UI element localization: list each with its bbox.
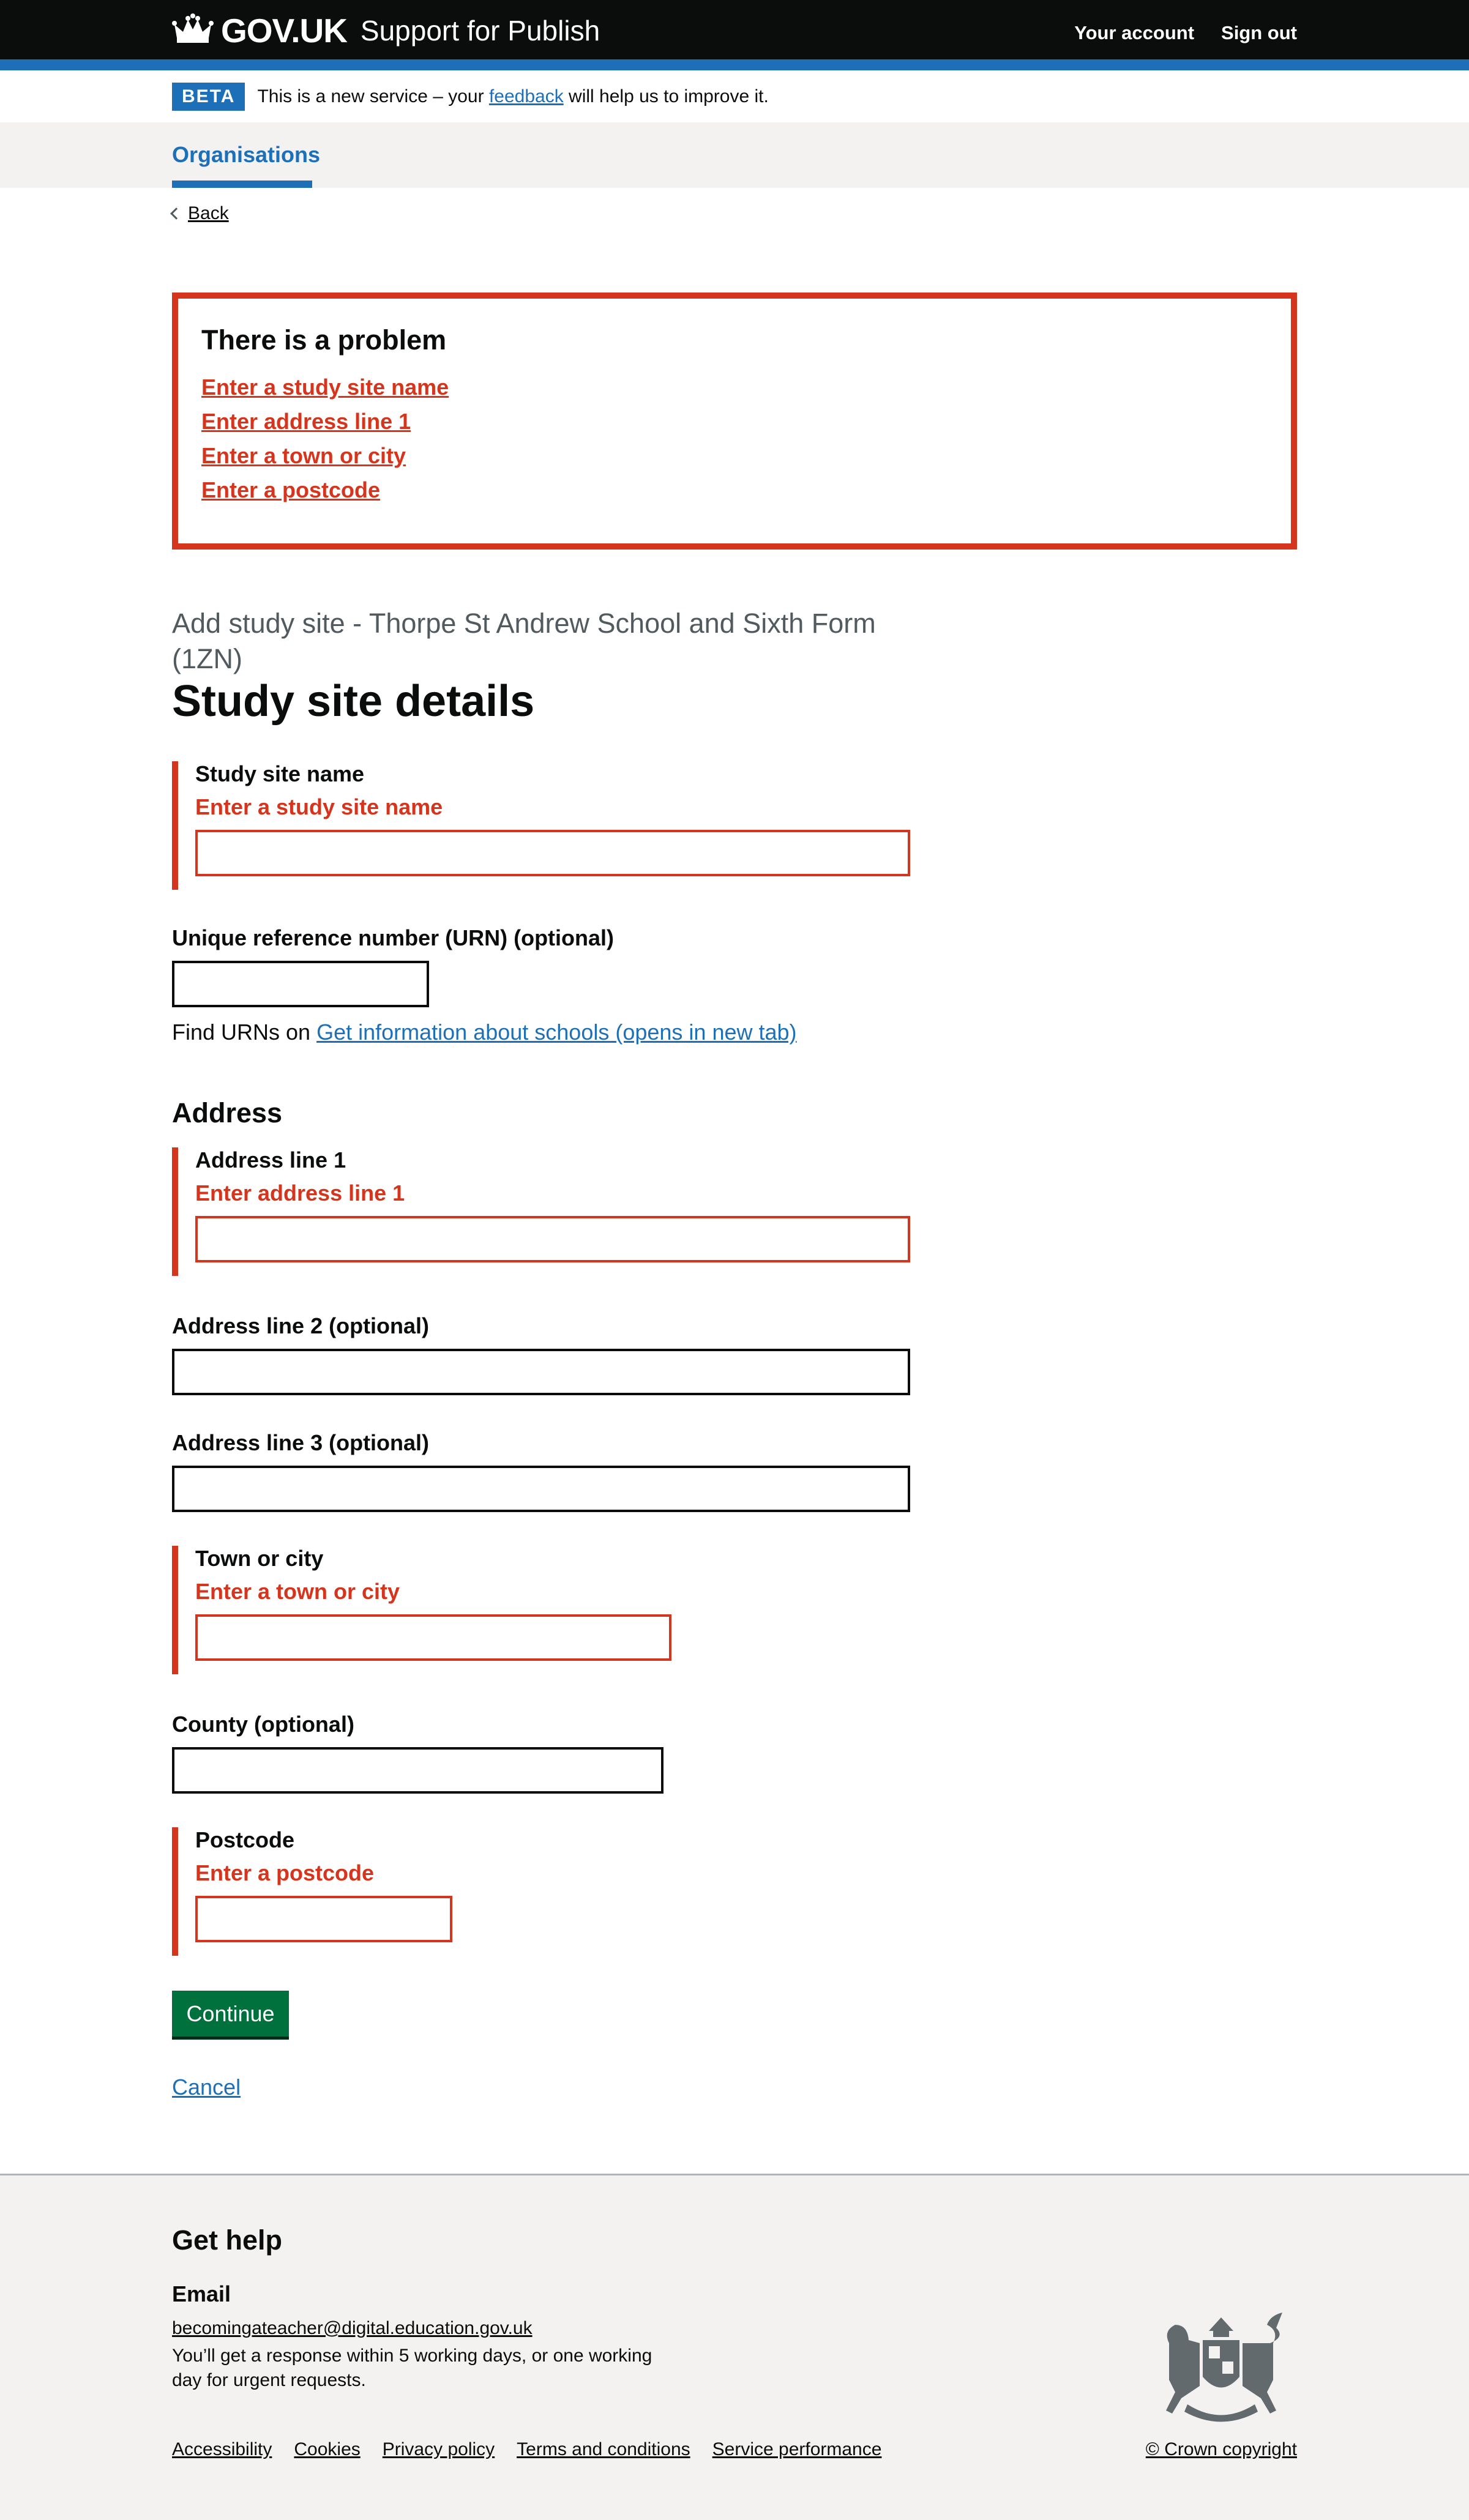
address1-error: Enter address line 1 xyxy=(195,1180,405,1206)
back-link-container: Back xyxy=(170,203,229,224)
footer-link-accessibility[interactable]: Accessibility xyxy=(172,2439,272,2460)
site-header: GOV.UK Support for Publish Your account … xyxy=(0,0,1469,59)
error-list: Enter a study site name Enter address li… xyxy=(201,375,1268,503)
town-label: Town or city xyxy=(195,1546,324,1571)
footer-link-cookies[interactable]: Cookies xyxy=(294,2439,360,2460)
crown-copyright-link[interactable]: © Crown copyright xyxy=(1146,2439,1297,2459)
continue-button[interactable]: Continue xyxy=(172,1991,289,2037)
header-blue-bar xyxy=(0,59,1469,70)
nav-item-organisations[interactable]: Organisations xyxy=(172,142,320,168)
cancel-link[interactable]: Cancel xyxy=(172,2075,241,2100)
town-input[interactable] xyxy=(195,1614,671,1661)
service-name[interactable]: Support for Publish xyxy=(361,14,600,47)
urn-group: Unique reference number (URN) (optional)… xyxy=(172,925,797,1045)
address3-input[interactable] xyxy=(172,1466,910,1512)
chevron-left-icon xyxy=(170,207,182,220)
sub-navigation: Organisations xyxy=(0,122,1469,188)
your-account-link[interactable]: Your account xyxy=(1074,22,1194,44)
sign-out-link[interactable]: Sign out xyxy=(1221,22,1297,44)
error-link-town[interactable]: Enter a town or city xyxy=(201,443,406,468)
site-name-error: Enter a study site name xyxy=(195,794,443,819)
footer-link-service-performance[interactable]: Service performance xyxy=(712,2439,882,2460)
beta-text: This is a new service – your feedback wi… xyxy=(257,86,768,107)
urn-hint-text: Find URNs on xyxy=(172,1020,317,1045)
postcode-error: Enter a postcode xyxy=(195,1860,375,1885)
footer-email-heading: Email xyxy=(172,2281,231,2306)
get-information-about-schools-link[interactable]: Get information about schools (opens in … xyxy=(316,1020,796,1045)
urn-hint: Find URNs on Get information about schoo… xyxy=(172,1020,797,1045)
back-link[interactable]: Back xyxy=(188,203,229,224)
nav-active-indicator xyxy=(172,181,312,188)
govuk-logo[interactable]: GOV.UK Support for Publish xyxy=(172,11,600,50)
address3-label: Address line 3 (optional) xyxy=(172,1430,430,1455)
postcode-input[interactable] xyxy=(195,1896,452,1942)
page-caption: Add study site - Thorpe St Andrew School… xyxy=(172,608,876,674)
footer-title: Get help xyxy=(172,2224,283,2256)
error-link-postcode[interactable]: Enter a postcode xyxy=(201,477,380,502)
site-name-group: Study site name Enter a study site name xyxy=(172,761,910,890)
town-group: Town or city Enter a town or city xyxy=(172,1546,671,1674)
urn-label: Unique reference number (URN) (optional) xyxy=(172,925,615,950)
beta-text-after: will help us to improve it. xyxy=(563,86,769,106)
royal-coat-of-arms-icon xyxy=(1166,2313,1282,2422)
logo-text: GOV.UK xyxy=(221,12,348,50)
footer-response-note: You’ll get a response within 5 working d… xyxy=(172,2346,652,2390)
address2-input[interactable] xyxy=(172,1349,910,1395)
error-item: Enter a town or city xyxy=(201,443,1268,469)
address1-label: Address line 1 xyxy=(195,1147,346,1172)
phase-banner: BETA This is a new service – your feedba… xyxy=(172,80,769,114)
footer-link-terms[interactable]: Terms and conditions xyxy=(517,2439,690,2460)
address1-group: Address line 1 Enter address line 1 xyxy=(172,1147,910,1276)
address2-label: Address line 2 (optional) xyxy=(172,1313,430,1338)
footer-links: Accessibility Cookies Privacy policy Ter… xyxy=(172,2439,881,2460)
site-footer: Get help Email becomingateacher@digital.… xyxy=(0,2174,1469,2520)
address1-input[interactable] xyxy=(195,1216,910,1262)
error-link-site-name[interactable]: Enter a study site name xyxy=(201,375,449,400)
urn-input[interactable] xyxy=(172,961,429,1007)
page-title: Study site details xyxy=(172,677,535,726)
postcode-group: Postcode Enter a postcode xyxy=(172,1827,452,1956)
footer-email-link[interactable]: becomingateacher@digital.education.gov.u… xyxy=(172,2318,533,2339)
address-heading: Address xyxy=(172,1097,283,1128)
site-name-input[interactable] xyxy=(195,830,910,876)
site-name-label: Study site name xyxy=(195,761,365,786)
crown-icon xyxy=(172,13,214,43)
header-nav: Your account Sign out xyxy=(1074,22,1297,44)
copyright: © Crown copyright xyxy=(1146,2439,1297,2460)
error-item: Enter a postcode xyxy=(201,477,1268,503)
county-label: County (optional) xyxy=(172,1712,354,1737)
error-summary-title: There is a problem xyxy=(201,324,447,356)
address3-group: Address line 3 (optional) xyxy=(172,1430,910,1512)
address2-group: Address line 2 (optional) xyxy=(172,1313,910,1395)
error-item: Enter a study site name xyxy=(201,375,1268,400)
postcode-label: Postcode xyxy=(195,1827,295,1852)
error-item: Enter address line 1 xyxy=(201,409,1268,434)
beta-tag: BETA xyxy=(172,83,245,111)
footer-link-privacy-policy[interactable]: Privacy policy xyxy=(383,2439,495,2460)
error-summary: There is a problem Enter a study site na… xyxy=(172,293,1297,550)
county-input[interactable] xyxy=(172,1747,663,1794)
feedback-link[interactable]: feedback xyxy=(489,86,564,106)
town-error: Enter a town or city xyxy=(195,1579,400,1604)
beta-text-before: This is a new service – your xyxy=(257,86,489,106)
error-link-address1[interactable]: Enter address line 1 xyxy=(201,409,411,434)
county-group: County (optional) xyxy=(172,1712,663,1794)
